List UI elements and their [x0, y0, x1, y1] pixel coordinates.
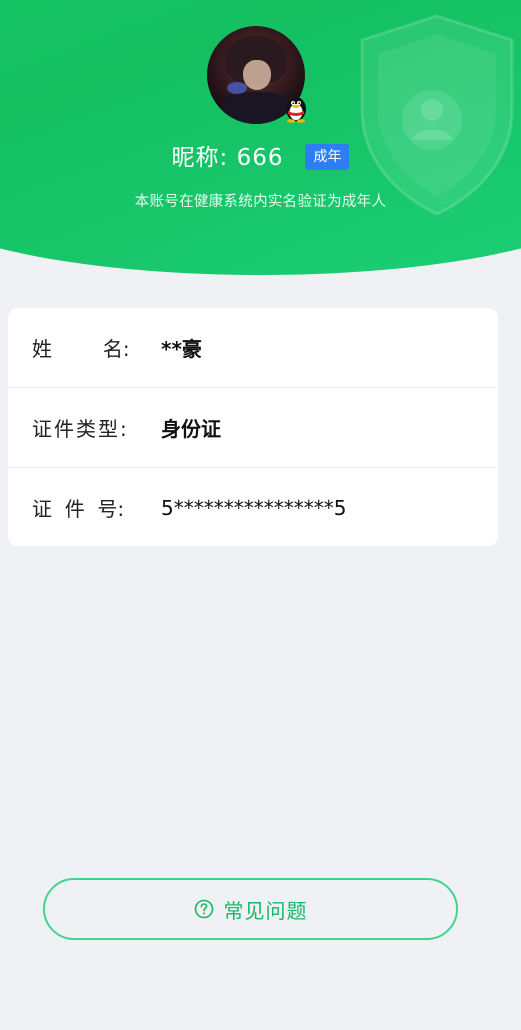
verification-note: 本账号在健康系统内实名验证为成年人 [134, 194, 387, 210]
header-banner: 昵称: 666 成年 本账号在健康系统内实名验证为成年人 [0, 0, 521, 278]
id-number-label: 证 件 号: [32, 497, 125, 521]
nickname: 昵称: 666 [171, 145, 284, 171]
name-value: **豪 [161, 337, 202, 361]
shield-icon [360, 14, 514, 216]
question-circle-icon [194, 899, 213, 919]
name-label: 姓 名: [32, 337, 130, 361]
id-type-row: 证件类型: 身份证 [8, 387, 498, 467]
faq-label: 常见问题 [223, 898, 308, 923]
faq-button[interactable]: 常见问题 [43, 878, 458, 940]
name-row: 姓 名: **豪 [8, 308, 498, 387]
id-number-row: 证 件 号: 5****************5 [8, 467, 498, 547]
qq-penguin-icon [286, 97, 306, 123]
id-number-value: 5****************5 [161, 495, 347, 520]
id-type-value: 身份证 [161, 417, 221, 441]
identity-info-card: 姓 名: **豪 证件类型: 身份证 证 件 号: 5*************… [8, 308, 498, 546]
id-type-label: 证件类型: [32, 417, 129, 441]
adult-badge: 成年 [305, 144, 350, 170]
nickname-row: 昵称: 666 成年 [0, 137, 521, 173]
